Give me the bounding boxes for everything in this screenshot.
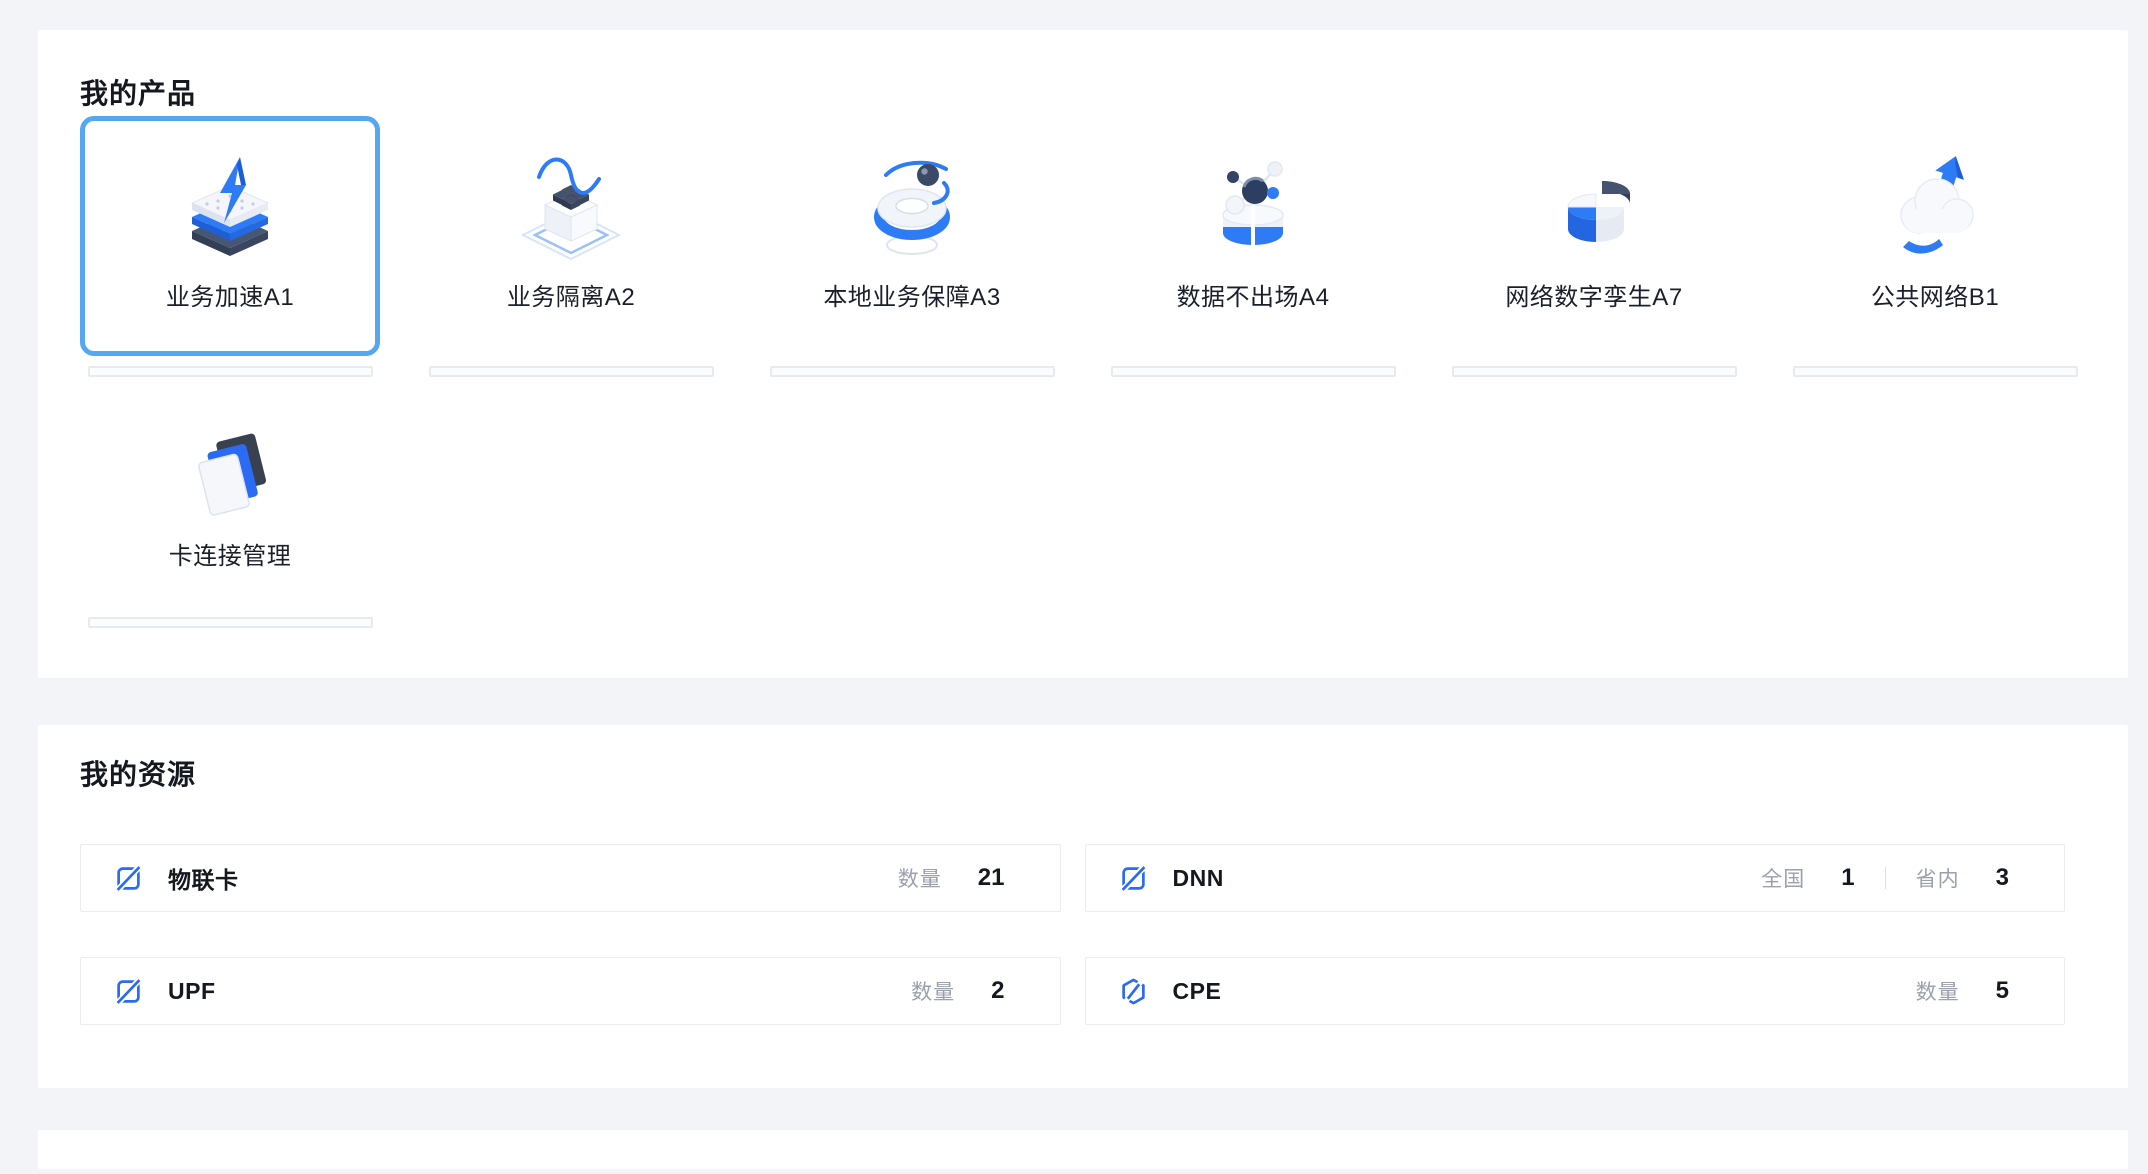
product-label: 卡连接管理 (169, 542, 292, 572)
resource-card-iot-sim[interactable]: 物联卡 数量 21 (80, 844, 1061, 912)
metric-label: 省内 (1916, 863, 1960, 893)
product-cell-a1: 业务加速A1 (80, 116, 380, 377)
product-cell-a3: 本地业务保障A3 (762, 116, 1062, 377)
product-card-a4[interactable]: 数据不出场A4 (1103, 116, 1403, 356)
product-label: 网络数字孪生A7 (1505, 283, 1682, 313)
product-cell-a4: 数据不出场A4 (1103, 116, 1403, 377)
resource-grid: 物联卡 数量 21 DNN 全国 1 省内 3 (80, 844, 2065, 1025)
card-underline-bar (1452, 366, 1737, 377)
metric-label: 全国 (1761, 863, 1805, 893)
product-label: 业务加速A1 (166, 283, 294, 313)
card-underline-bar (429, 366, 714, 377)
card-underline-bar (1111, 366, 1396, 377)
product-cell-card-mgmt: 卡连接管理 (80, 407, 380, 628)
stacked-cards-icon (180, 426, 280, 526)
sim-card-icon (115, 865, 142, 892)
resource-card-dnn[interactable]: DNN 全国 1 省内 3 (1085, 844, 2066, 912)
product-card-a3[interactable]: 本地业务保障A3 (762, 116, 1062, 356)
resource-name: DNN (1173, 865, 1224, 892)
layers-lightning-icon (174, 151, 286, 267)
metric-label: 数量 (911, 976, 955, 1006)
metric-value: 3 (1996, 864, 2009, 892)
product-grid: 业务加速A1 (80, 116, 2088, 628)
resource-card-cpe[interactable]: CPE 数量 5 (1085, 957, 2066, 1025)
product-cell-b1: 公共网络B1 (1785, 116, 2085, 377)
resource-metrics: 数量 5 (1916, 976, 2009, 1006)
product-card-a1[interactable]: 业务加速A1 (80, 116, 380, 356)
product-card-b1[interactable]: 公共网络B1 (1785, 116, 2085, 356)
product-cell-a2: 业务隔离A2 (421, 116, 721, 377)
metric-value: 21 (978, 864, 1005, 892)
metric-value: 5 (1996, 977, 2009, 1005)
my-resources-panel: 我的资源 物联卡 数量 21 DNN 全国 (38, 725, 2128, 1088)
product-label: 公共网络B1 (1871, 283, 1999, 313)
hexagon-box-icon (1120, 978, 1147, 1005)
product-card-card-mgmt[interactable]: 卡连接管理 (80, 407, 380, 607)
card-underline-bar (88, 617, 373, 628)
metric-value: 2 (991, 977, 1004, 1005)
product-cell-a7: 网络数字孪生A7 (1444, 116, 1744, 377)
resource-name: CPE (1173, 978, 1222, 1005)
bottom-panel (38, 1130, 2128, 1169)
resource-metrics: 数量 2 (911, 976, 1004, 1006)
product-label: 数据不出场A4 (1177, 283, 1330, 313)
pie-cylinder-icon (1538, 151, 1650, 267)
sim-card-icon (115, 978, 142, 1005)
my-products-panel: 我的产品 (38, 30, 2128, 678)
metric-divider (1885, 867, 1886, 889)
metric-label: 数量 (1916, 976, 1960, 1006)
product-card-a7[interactable]: 网络数字孪生A7 (1444, 116, 1744, 356)
card-underline-bar (88, 366, 373, 377)
sim-card-icon (1120, 865, 1147, 892)
product-label: 本地业务保障A3 (823, 283, 1000, 313)
cloud-arrows-icon (1879, 151, 1991, 267)
product-card-a2[interactable]: 业务隔离A2 (421, 116, 721, 356)
resource-metrics: 数量 21 (898, 863, 1005, 893)
resource-metrics: 全国 1 省内 3 (1761, 863, 2009, 893)
card-underline-bar (1793, 366, 2078, 377)
cube-grid-curve-icon (515, 151, 627, 267)
metric-label: 数量 (898, 863, 942, 893)
metric-value: 1 (1841, 864, 1854, 892)
product-label: 业务隔离A2 (507, 283, 635, 313)
resources-section-title: 我的资源 (80, 759, 2065, 791)
card-underline-bar (770, 366, 1055, 377)
resource-card-upf[interactable]: UPF 数量 2 (80, 957, 1061, 1025)
resource-name: UPF (168, 978, 216, 1005)
molecule-bowl-icon (1197, 151, 1309, 267)
products-section-title: 我的产品 (80, 78, 2088, 110)
ring-orbit-icon (856, 151, 968, 267)
resource-name: 物联卡 (168, 861, 239, 895)
